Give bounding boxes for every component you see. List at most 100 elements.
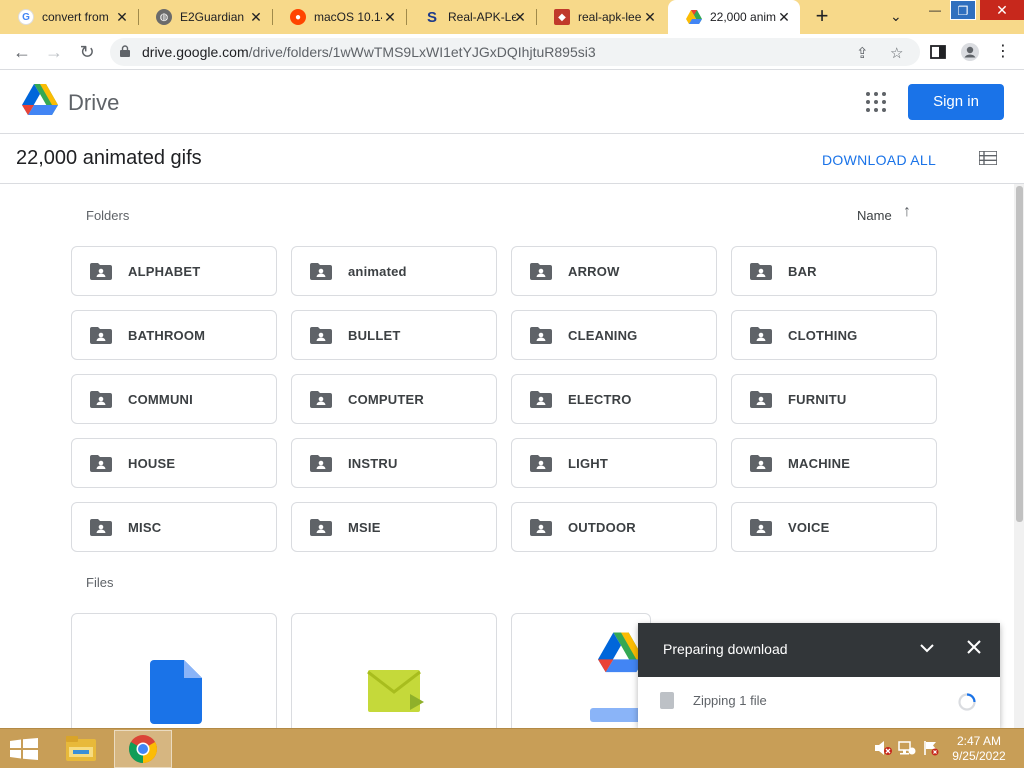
folder-card[interactable]: animated [291, 246, 497, 296]
drive-app-name[interactable]: Drive [68, 90, 119, 116]
folder-card[interactable]: COMMUNI [71, 374, 277, 424]
tab-close-icon[interactable]: ✕ [114, 9, 130, 25]
reload-icon[interactable]: ↻ [76, 41, 98, 63]
sign-in-button[interactable]: Sign in [908, 84, 1004, 120]
windows-start-icon[interactable] [10, 738, 38, 760]
chevron-down-icon[interactable] [918, 639, 936, 657]
download-all-button[interactable]: DOWNLOAD ALL [822, 152, 936, 168]
bookmark-star-icon[interactable]: ☆ [890, 44, 903, 62]
file-card[interactable] [291, 613, 497, 728]
profile-avatar-icon[interactable] [960, 42, 980, 62]
folder-name: CLEANING [568, 328, 638, 343]
folder-card[interactable]: VOICE [731, 502, 937, 552]
folder-name: INSTRU [348, 456, 398, 471]
network-icon[interactable] [898, 740, 916, 756]
tab-title: E2Guardian [180, 10, 245, 24]
shared-folder-icon [310, 455, 332, 472]
new-tab-plus-icon[interactable]: + [812, 5, 832, 29]
folder-card[interactable]: CLEANING [511, 310, 717, 360]
browser-toolbar: ← → ↻ drive.google.com/drive/folders/1wW… [0, 34, 1024, 70]
folder-name: CLOTHING [788, 328, 858, 343]
sort-ascending-arrow-icon[interactable]: ↑ [903, 203, 911, 221]
shared-folder-icon [750, 391, 772, 408]
browser-tab[interactable]: ◍ E2Guardian ✕ [138, 0, 272, 34]
lock-icon [120, 45, 130, 57]
folder-card[interactable]: ARROW [511, 246, 717, 296]
s-logo-icon: S [426, 8, 437, 26]
windows-taskbar: 2:47 AM 9/25/2022 [0, 728, 1024, 768]
file-explorer-icon[interactable] [62, 733, 100, 765]
scrollbar-thumb[interactable] [1016, 186, 1023, 522]
folder-title-bar: 22,000 animated gifs DOWNLOAD ALL [0, 134, 1024, 184]
close-icon[interactable] [965, 638, 983, 656]
folder-card[interactable]: MSIE [291, 502, 497, 552]
shared-folder-icon [310, 263, 332, 280]
folder-card[interactable]: BAR [731, 246, 937, 296]
folder-card[interactable]: MISC [71, 502, 277, 552]
folder-card[interactable]: INSTRU [291, 438, 497, 488]
chrome-icon [129, 735, 157, 763]
browser-tab[interactable]: ● macOS 10.14 ✕ [272, 0, 406, 34]
file-card[interactable] [71, 613, 277, 728]
file-card[interactable] [511, 613, 651, 728]
shared-folder-icon [90, 391, 112, 408]
tab-title: convert from [42, 10, 109, 24]
folder-card[interactable]: COMPUTER [291, 374, 497, 424]
folder-name: MISC [128, 520, 162, 535]
forward-arrow-icon[interactable]: → [43, 41, 65, 63]
back-arrow-icon[interactable]: ← [11, 41, 33, 63]
window-close-icon[interactable]: ✕ [980, 0, 1024, 20]
reddit-icon: ● [290, 9, 306, 25]
sort-by-name-button[interactable]: Name [857, 208, 892, 223]
browser-tab[interactable]: ◆ real-apk-lee ✕ [536, 0, 666, 34]
folder-card[interactable]: LIGHT [511, 438, 717, 488]
browser-tab[interactable]: S Real-APK-Le ✕ [406, 0, 536, 34]
folder-card[interactable]: ELECTRO [511, 374, 717, 424]
folder-name: MSIE [348, 520, 381, 535]
folder-name: MACHINE [788, 456, 851, 471]
folder-name: OUTDOOR [568, 520, 636, 535]
folder-card[interactable]: HOUSE [71, 438, 277, 488]
side-panel-icon[interactable] [928, 42, 948, 62]
folder-name: HOUSE [128, 456, 176, 471]
browser-tab-active[interactable]: 22,000 anim ✕ [668, 0, 800, 34]
file-icon [660, 692, 674, 709]
tab-close-icon[interactable]: ✕ [512, 9, 528, 25]
shared-folder-icon [310, 327, 332, 344]
google-apps-grid-icon[interactable] [866, 92, 886, 112]
folder-card[interactable]: MACHINE [731, 438, 937, 488]
url-text[interactable]: drive.google.com/drive/folders/1wWwTMS9L… [142, 44, 596, 60]
shared-folder-icon [530, 263, 552, 280]
tab-close-icon[interactable]: ✕ [382, 9, 398, 25]
download-toast: Preparing download Zipping 1 file [638, 623, 1000, 728]
list-view-icon[interactable] [979, 151, 997, 165]
folder-card[interactable]: BULLET [291, 310, 497, 360]
folder-card[interactable]: OUTDOOR [511, 502, 717, 552]
google-drive-icon [686, 9, 702, 25]
browser-tab[interactable]: G convert from ✕ [0, 0, 138, 34]
folder-name: BULLET [348, 328, 401, 343]
share-icon[interactable]: ⇪ [856, 44, 869, 62]
action-center-flag-icon[interactable] [922, 740, 940, 756]
window-restore-icon[interactable]: ❐ [950, 0, 976, 20]
window-minimize-icon[interactable]: — [922, 0, 948, 20]
taskbar-chrome-button[interactable] [114, 730, 172, 768]
tab-close-icon[interactable]: ✕ [248, 9, 264, 25]
folder-name: FURNITU [788, 392, 847, 407]
folder-card[interactable]: CLOTHING [731, 310, 937, 360]
globe-icon: ◍ [156, 9, 172, 25]
browser-menu-kebab-icon[interactable]: ⋮ [992, 41, 1014, 63]
tab-close-icon[interactable]: ✕ [642, 9, 658, 25]
google-g-icon: G [18, 9, 34, 25]
clock-date: 9/25/2022 [952, 749, 1006, 763]
shield-icon: ◆ [554, 9, 570, 25]
tab-close-icon[interactable]: ✕ [776, 9, 792, 25]
folder-card[interactable]: BATHROOM [71, 310, 277, 360]
system-clock[interactable]: 2:47 AM 9/25/2022 [944, 734, 1014, 764]
volume-muted-icon[interactable] [874, 740, 892, 756]
address-bar[interactable]: drive.google.com/drive/folders/1wWwTMS9L… [110, 38, 920, 66]
folder-card[interactable]: FURNITU [731, 374, 937, 424]
shared-folder-icon [90, 327, 112, 344]
folder-card[interactable]: ALPHABET [71, 246, 277, 296]
tab-search-chevron-icon[interactable]: ⌄ [890, 8, 902, 25]
